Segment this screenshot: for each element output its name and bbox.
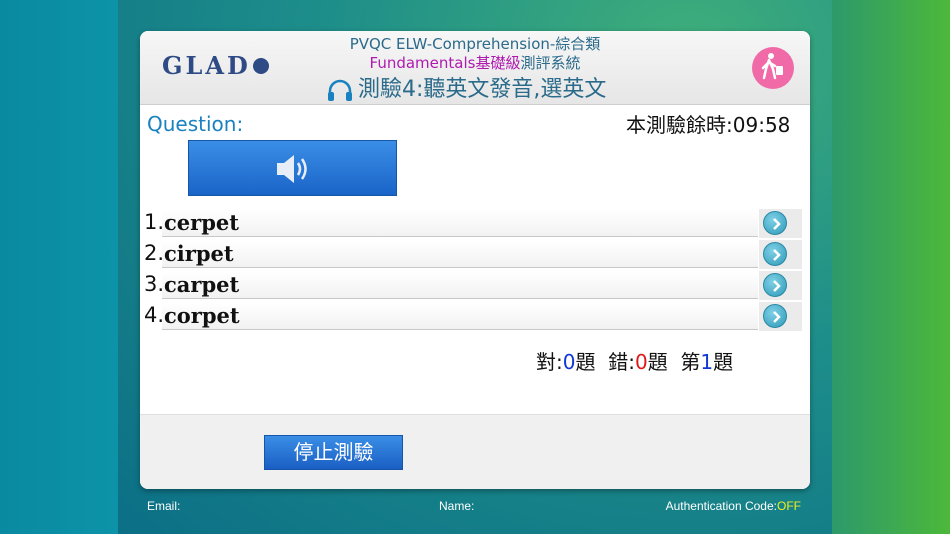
level-label: Fundamentals基礎級 [369, 54, 521, 72]
correct-label: 對: [536, 350, 563, 374]
current-unit: 題 [713, 350, 734, 374]
headphone-icon [328, 79, 352, 101]
action-area: 停止測驗 [140, 414, 810, 489]
current-label: 第 [680, 350, 701, 374]
option-text: cirpet [164, 241, 234, 266]
option-bar[interactable] [162, 241, 758, 268]
play-audio-button[interactable] [188, 140, 397, 196]
exit-icon[interactable] [752, 47, 794, 89]
auth-label: Authentication Code: [665, 499, 777, 513]
correct-unit: 題 [575, 350, 596, 374]
header: GLAD PVQC ELW-Comprehension-綜合類 Fundamen… [140, 31, 810, 105]
chevron-right-icon [763, 304, 787, 328]
option-row[interactable]: 3. carpet [140, 270, 810, 301]
quiz-card: GLAD PVQC ELW-Comprehension-綜合類 Fundamen… [140, 31, 810, 489]
name-label: Name: [439, 499, 475, 513]
option-text: cerpet [164, 210, 239, 235]
chevron-right-icon [763, 211, 787, 235]
question-label: Question: [147, 112, 244, 136]
wrong-count: 0 [634, 350, 648, 374]
timer-label: 本測驗餘時: [626, 113, 733, 137]
auth-code: Authentication Code:OFF [666, 499, 801, 513]
option-row[interactable]: 1. cerpet [140, 208, 810, 239]
auth-value: OFF [777, 499, 801, 513]
option-select-button[interactable] [759, 271, 802, 300]
stop-test-button[interactable]: 停止測驗 [264, 435, 403, 470]
title-line-2: Fundamentals基礎級測評系統 [140, 52, 810, 73]
score-summary: 對:0題 錯:0題 第1題 [536, 346, 733, 375]
option-bar[interactable] [162, 272, 758, 299]
current-question-number: 1 [700, 350, 714, 374]
answer-options: 1. cerpet 2. cirpet 3. carpet 4. corpet [140, 208, 810, 332]
chevron-right-icon [763, 242, 787, 266]
option-bar[interactable] [162, 303, 758, 330]
correct-count: 0 [562, 350, 576, 374]
timer: 本測驗餘時:09:58 [626, 112, 798, 138]
email-label: Email: [147, 499, 181, 513]
title-line-1: PVQC ELW-Comprehension-綜合類 [349, 35, 601, 53]
timer-value: 09:58 [732, 113, 791, 137]
option-select-button[interactable] [759, 302, 802, 331]
option-row[interactable]: 2. cirpet [140, 239, 810, 270]
option-row[interactable]: 4. corpet [140, 301, 810, 332]
wrong-label: 錯: [608, 350, 635, 374]
system-label: 測評系統 [520, 54, 581, 72]
test-title: 測驗4:聽英文發音,選英文 [326, 71, 606, 103]
option-text: corpet [164, 303, 240, 328]
wrong-unit: 題 [647, 350, 668, 374]
speaker-icon [277, 155, 307, 183]
option-text: carpet [164, 272, 240, 297]
test-title-text: 測驗4:聽英文發音,選英文 [358, 77, 607, 102]
option-select-button[interactable] [759, 240, 802, 269]
status-bar: Email: Name: Authentication Code:OFF [147, 499, 803, 517]
option-select-button[interactable] [759, 209, 802, 238]
option-bar[interactable] [162, 210, 758, 237]
chevron-right-icon [763, 273, 787, 297]
walking-person-icon [761, 53, 783, 80]
